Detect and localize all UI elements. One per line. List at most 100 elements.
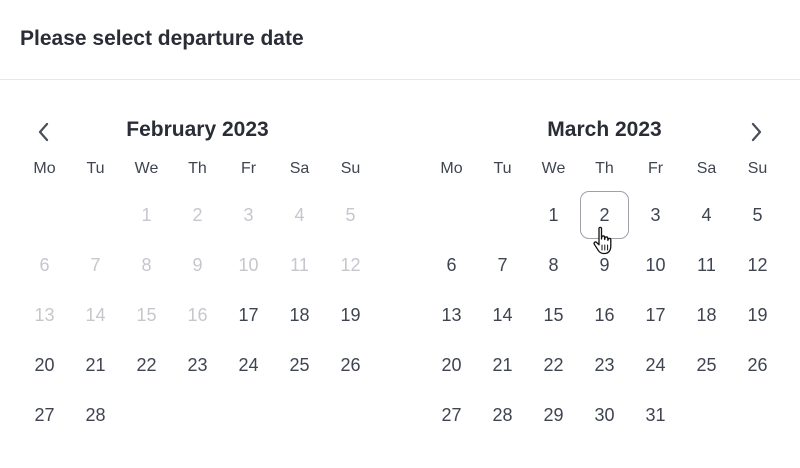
day-number: 9 bbox=[599, 254, 610, 275]
day-cell[interactable]: 10 bbox=[630, 240, 681, 290]
page-title: Please select departure date bbox=[20, 27, 304, 50]
day-number: 26 bbox=[747, 354, 768, 375]
day-cell[interactable]: 25 bbox=[274, 340, 325, 390]
day-cell[interactable]: 24 bbox=[223, 340, 274, 390]
day-cell[interactable]: 26 bbox=[325, 340, 376, 390]
day-cell[interactable]: 27 bbox=[19, 390, 70, 440]
day-cell[interactable]: 29 bbox=[528, 390, 579, 440]
month-title: February 2023 bbox=[126, 118, 269, 141]
day-cell[interactable]: 8 bbox=[528, 240, 579, 290]
day-number: 1 bbox=[548, 204, 559, 225]
day-cell[interactable]: 26 bbox=[732, 340, 783, 390]
dialog-header: Please select departure date bbox=[0, 0, 800, 80]
day-number: 12 bbox=[747, 254, 768, 275]
day-cell[interactable]: 22 bbox=[528, 340, 579, 390]
day-cell[interactable]: 17 bbox=[223, 290, 274, 340]
day-cell-disabled: 16 bbox=[172, 290, 223, 340]
day-cell-disabled: 13 bbox=[19, 290, 70, 340]
day-cell[interactable]: 31 bbox=[630, 390, 681, 440]
day-cell-disabled: 5 bbox=[325, 190, 376, 240]
day-cell-disabled: 12 bbox=[325, 240, 376, 290]
day-cell[interactable]: 11 bbox=[681, 240, 732, 290]
day-cell[interactable]: 23 bbox=[172, 340, 223, 390]
day-cell[interactable]: 14 bbox=[477, 290, 528, 340]
day-number: 24 bbox=[238, 354, 259, 375]
day-cell[interactable]: 5 bbox=[732, 190, 783, 240]
day-cell[interactable]: 20 bbox=[19, 340, 70, 390]
day-cell[interactable]: 20 bbox=[426, 340, 477, 390]
day-cell[interactable]: 21 bbox=[477, 340, 528, 390]
day-cell[interactable]: 22 bbox=[121, 340, 172, 390]
weekday-label: Mo bbox=[440, 160, 463, 177]
day-cell[interactable]: 23 bbox=[579, 340, 630, 390]
day-number: 12 bbox=[340, 254, 361, 275]
day-number: 29 bbox=[543, 404, 564, 425]
day-cell[interactable]: 19 bbox=[325, 290, 376, 340]
day-number: 11 bbox=[290, 254, 309, 275]
weekday-label: Fr bbox=[240, 160, 257, 177]
day-number: 22 bbox=[136, 354, 157, 375]
day-number: 4 bbox=[701, 204, 712, 225]
day-number: 17 bbox=[645, 304, 666, 325]
day-number: 15 bbox=[136, 304, 157, 325]
day-number: 3 bbox=[243, 204, 254, 225]
day-cell[interactable]: 7 bbox=[477, 240, 528, 290]
day-number: 14 bbox=[85, 304, 106, 325]
day-number: 18 bbox=[289, 304, 310, 325]
day-cell-disabled: 9 bbox=[172, 240, 223, 290]
day-number: 2 bbox=[192, 204, 203, 225]
day-cell[interactable]: 27 bbox=[426, 390, 477, 440]
weekday-label: Su bbox=[340, 160, 361, 177]
weekday-label: We bbox=[134, 160, 159, 177]
day-number: 11 bbox=[697, 254, 716, 275]
day-number: 10 bbox=[238, 254, 259, 275]
day-number: 15 bbox=[543, 304, 564, 325]
day-cell[interactable]: 9 bbox=[579, 240, 630, 290]
day-cell-disabled: 4 bbox=[274, 190, 325, 240]
weekday-label: Th bbox=[595, 160, 614, 177]
day-cell[interactable]: 1 bbox=[528, 190, 579, 240]
day-number: 19 bbox=[747, 304, 768, 325]
day-cell[interactable]: 25 bbox=[681, 340, 732, 390]
empty-day-cell bbox=[70, 190, 121, 240]
day-cell-disabled: 10 bbox=[223, 240, 274, 290]
weekday-label: Th bbox=[188, 160, 207, 177]
day-number: 19 bbox=[340, 304, 361, 325]
day-cell[interactable]: 13 bbox=[426, 290, 477, 340]
day-cell[interactable]: 4 bbox=[681, 190, 732, 240]
day-number: 7 bbox=[497, 254, 508, 275]
day-cell-disabled: 7 bbox=[70, 240, 121, 290]
weekday-label: Fr bbox=[647, 160, 664, 177]
day-cell[interactable]: 28 bbox=[70, 390, 121, 440]
day-cell[interactable]: 12 bbox=[732, 240, 783, 290]
day-number: 21 bbox=[85, 354, 106, 375]
day-number: 18 bbox=[696, 304, 717, 325]
day-number: 8 bbox=[548, 254, 559, 275]
day-cell[interactable]: 3 bbox=[630, 190, 681, 240]
day-cell[interactable]: 15 bbox=[528, 290, 579, 340]
day-cell-disabled: 11 bbox=[274, 240, 325, 290]
weekday-label: Mo bbox=[33, 160, 56, 177]
day-cell[interactable]: 19 bbox=[732, 290, 783, 340]
day-cell[interactable]: 6 bbox=[426, 240, 477, 290]
day-cell[interactable]: 17 bbox=[630, 290, 681, 340]
day-number: 27 bbox=[34, 404, 55, 425]
day-number: 20 bbox=[34, 354, 55, 375]
day-number: 17 bbox=[238, 304, 259, 325]
day-number: 24 bbox=[645, 354, 666, 375]
day-number: 3 bbox=[650, 204, 661, 225]
day-cell-hovered[interactable]: 2 bbox=[579, 190, 630, 240]
day-cell[interactable]: 30 bbox=[579, 390, 630, 440]
day-number: 21 bbox=[492, 354, 513, 375]
day-cell[interactable]: 21 bbox=[70, 340, 121, 390]
day-number: 30 bbox=[594, 404, 615, 425]
day-number: 23 bbox=[187, 354, 208, 375]
day-number: 8 bbox=[141, 254, 152, 275]
weekday-label: We bbox=[541, 160, 566, 177]
day-cell[interactable]: 18 bbox=[681, 290, 732, 340]
day-cell[interactable]: 16 bbox=[579, 290, 630, 340]
day-number: 5 bbox=[752, 204, 763, 225]
day-cell[interactable]: 28 bbox=[477, 390, 528, 440]
day-cell[interactable]: 18 bbox=[274, 290, 325, 340]
day-cell[interactable]: 24 bbox=[630, 340, 681, 390]
